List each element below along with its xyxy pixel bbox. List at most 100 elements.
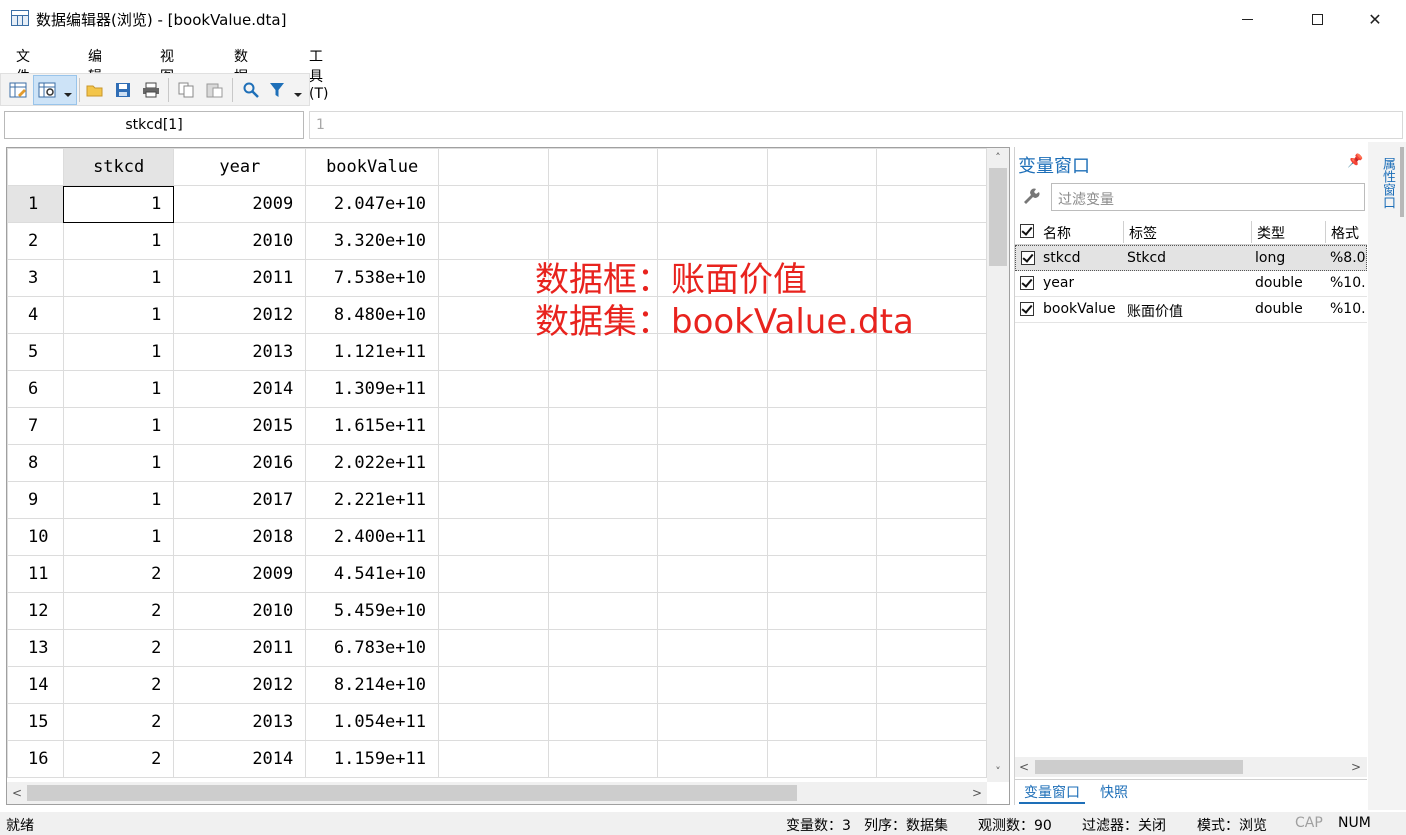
cell-bookvalue[interactable]: 3.320e+10 <box>305 222 439 260</box>
cell-bookvalue[interactable]: 1.159e+11 <box>305 740 439 778</box>
tab-snapshots[interactable]: 快照 <box>1095 782 1133 802</box>
filter-variables-input[interactable]: 过滤变量 <box>1051 183 1365 211</box>
column-divider[interactable] <box>1123 221 1124 243</box>
cell-year[interactable]: 2009 <box>173 185 307 223</box>
horizontal-scrollbar[interactable]: < > <box>7 782 987 804</box>
menu-tools[interactable]: 工具(T) <box>309 46 328 102</box>
pin-icon[interactable]: 📌 <box>1347 154 1363 169</box>
cell-year[interactable]: 2017 <box>173 481 307 519</box>
row-number[interactable]: 13 <box>7 629 64 667</box>
cell-bookvalue[interactable]: 8.480e+10 <box>305 296 439 334</box>
row-number[interactable]: 6 <box>7 370 64 408</box>
cell-bookvalue[interactable]: 7.538e+10 <box>305 259 439 297</box>
row-number[interactable]: 1 <box>7 185 64 223</box>
cell-bookvalue[interactable]: 1.054e+11 <box>305 703 439 741</box>
select-all-checkbox[interactable] <box>1020 224 1034 238</box>
cell-stkcd[interactable]: 1 <box>62 481 175 519</box>
variable-row-bookvalue[interactable]: bookValue 账面价值 double %10. <box>1015 297 1367 323</box>
scroll-down-icon[interactable]: ˅ <box>987 762 1009 782</box>
row-number[interactable]: 15 <box>7 703 64 741</box>
tab-variables[interactable]: 变量窗口 <box>1019 782 1085 804</box>
header-label[interactable]: 标签 <box>1129 223 1157 243</box>
scroll-left-icon[interactable]: < <box>1015 757 1033 777</box>
data-editor-edit-button[interactable] <box>8 80 28 100</box>
row-number[interactable]: 3 <box>7 259 64 297</box>
cell-stkcd[interactable]: 1 <box>62 444 175 482</box>
cell-year[interactable]: 2009 <box>173 555 307 593</box>
cell-year[interactable]: 2016 <box>173 444 307 482</box>
horizontal-scroll-thumb[interactable] <box>27 785 797 801</box>
cell-stkcd[interactable]: 2 <box>62 592 175 630</box>
vertical-scrollbar[interactable]: ˄ ˅ <box>987 148 1009 782</box>
column-divider[interactable] <box>1251 221 1252 243</box>
cell-stkcd[interactable]: 2 <box>62 666 175 704</box>
cell-bookvalue[interactable]: 1.121e+11 <box>305 333 439 371</box>
cell-year[interactable]: 2011 <box>173 259 307 297</box>
row-number[interactable]: 4 <box>7 296 64 334</box>
maximize-button[interactable] <box>1294 0 1340 38</box>
cell-stkcd[interactable]: 2 <box>62 740 175 778</box>
cell-stkcd[interactable]: 1 <box>62 518 175 556</box>
paste-button[interactable] <box>205 80 225 100</box>
open-button[interactable] <box>85 80 105 100</box>
cell-year[interactable]: 2011 <box>173 629 307 667</box>
print-button[interactable] <box>141 80 161 100</box>
variables-scroll-thumb[interactable] <box>1035 760 1243 774</box>
cell-year[interactable]: 2014 <box>173 370 307 408</box>
cell-bookvalue[interactable]: 1.615e+11 <box>305 407 439 445</box>
cell-year[interactable]: 2013 <box>173 703 307 741</box>
minimize-button[interactable] <box>1224 0 1270 38</box>
variable-checkbox[interactable] <box>1020 276 1034 290</box>
cell-stkcd[interactable]: 1 <box>62 333 175 371</box>
row-number[interactable]: 5 <box>7 333 64 371</box>
cell-bookvalue[interactable]: 5.459e+10 <box>305 592 439 630</box>
header-format[interactable]: 格式 <box>1331 223 1359 243</box>
cell-stkcd[interactable]: 1 <box>62 296 175 334</box>
scroll-right-icon[interactable]: > <box>967 782 987 804</box>
row-number[interactable]: 9 <box>7 481 64 519</box>
cell-bookvalue[interactable]: 8.214e+10 <box>305 666 439 704</box>
row-number[interactable]: 14 <box>7 666 64 704</box>
variable-row-stkcd[interactable]: stkcd Stkcd long %8.0 <box>1015 245 1367 271</box>
vertical-scroll-thumb[interactable] <box>989 168 1007 266</box>
cell-stkcd[interactable]: 1 <box>62 370 175 408</box>
column-header-year[interactable]: year <box>173 148 307 186</box>
properties-tab[interactable]: 属性窗口 <box>1370 147 1400 247</box>
cell-year[interactable]: 2012 <box>173 296 307 334</box>
cell-stkcd[interactable]: 1 <box>62 222 175 260</box>
find-button[interactable] <box>241 80 261 100</box>
cell-stkcd[interactable]: 2 <box>62 703 175 741</box>
variables-horizontal-scrollbar[interactable]: < > <box>1015 757 1367 777</box>
cell-year[interactable]: 2010 <box>173 592 307 630</box>
chevron-down-icon[interactable] <box>294 93 302 97</box>
cell-year[interactable]: 2015 <box>173 407 307 445</box>
variable-checkbox[interactable] <box>1021 251 1035 265</box>
row-number[interactable]: 8 <box>7 444 64 482</box>
row-number[interactable]: 16 <box>7 740 64 778</box>
scroll-up-icon[interactable]: ˄ <box>987 148 1009 168</box>
cell-year[interactable]: 2013 <box>173 333 307 371</box>
cell-year[interactable]: 2012 <box>173 666 307 704</box>
cell-year[interactable]: 2014 <box>173 740 307 778</box>
close-button[interactable]: ✕ <box>1352 0 1398 38</box>
cell-stkcd[interactable]: 1 <box>62 185 175 223</box>
cell-bookvalue[interactable]: 2.022e+11 <box>305 444 439 482</box>
cell-bookvalue[interactable]: 6.783e+10 <box>305 629 439 667</box>
header-type[interactable]: 类型 <box>1257 223 1285 243</box>
cell-bookvalue[interactable]: 2.047e+10 <box>305 185 439 223</box>
wrench-icon[interactable] <box>1021 187 1043 207</box>
cell-bookvalue[interactable]: 4.541e+10 <box>305 555 439 593</box>
scroll-right-icon[interactable]: > <box>1347 757 1365 777</box>
cell-bookvalue[interactable]: 1.309e+11 <box>305 370 439 408</box>
scroll-left-icon[interactable]: < <box>7 782 27 804</box>
cell-stkcd[interactable]: 2 <box>62 555 175 593</box>
save-button[interactable] <box>113 80 133 100</box>
copy-button[interactable] <box>177 80 197 100</box>
header-name[interactable]: 名称 <box>1043 223 1071 243</box>
column-header-stkcd[interactable]: stkcd <box>62 148 175 186</box>
data-editor-browse-button[interactable] <box>37 80 57 100</box>
variable-row-year[interactable]: year double %10. <box>1015 271 1367 297</box>
corner-cell[interactable] <box>7 148 64 186</box>
chevron-down-icon[interactable] <box>64 93 72 97</box>
row-number[interactable]: 7 <box>7 407 64 445</box>
